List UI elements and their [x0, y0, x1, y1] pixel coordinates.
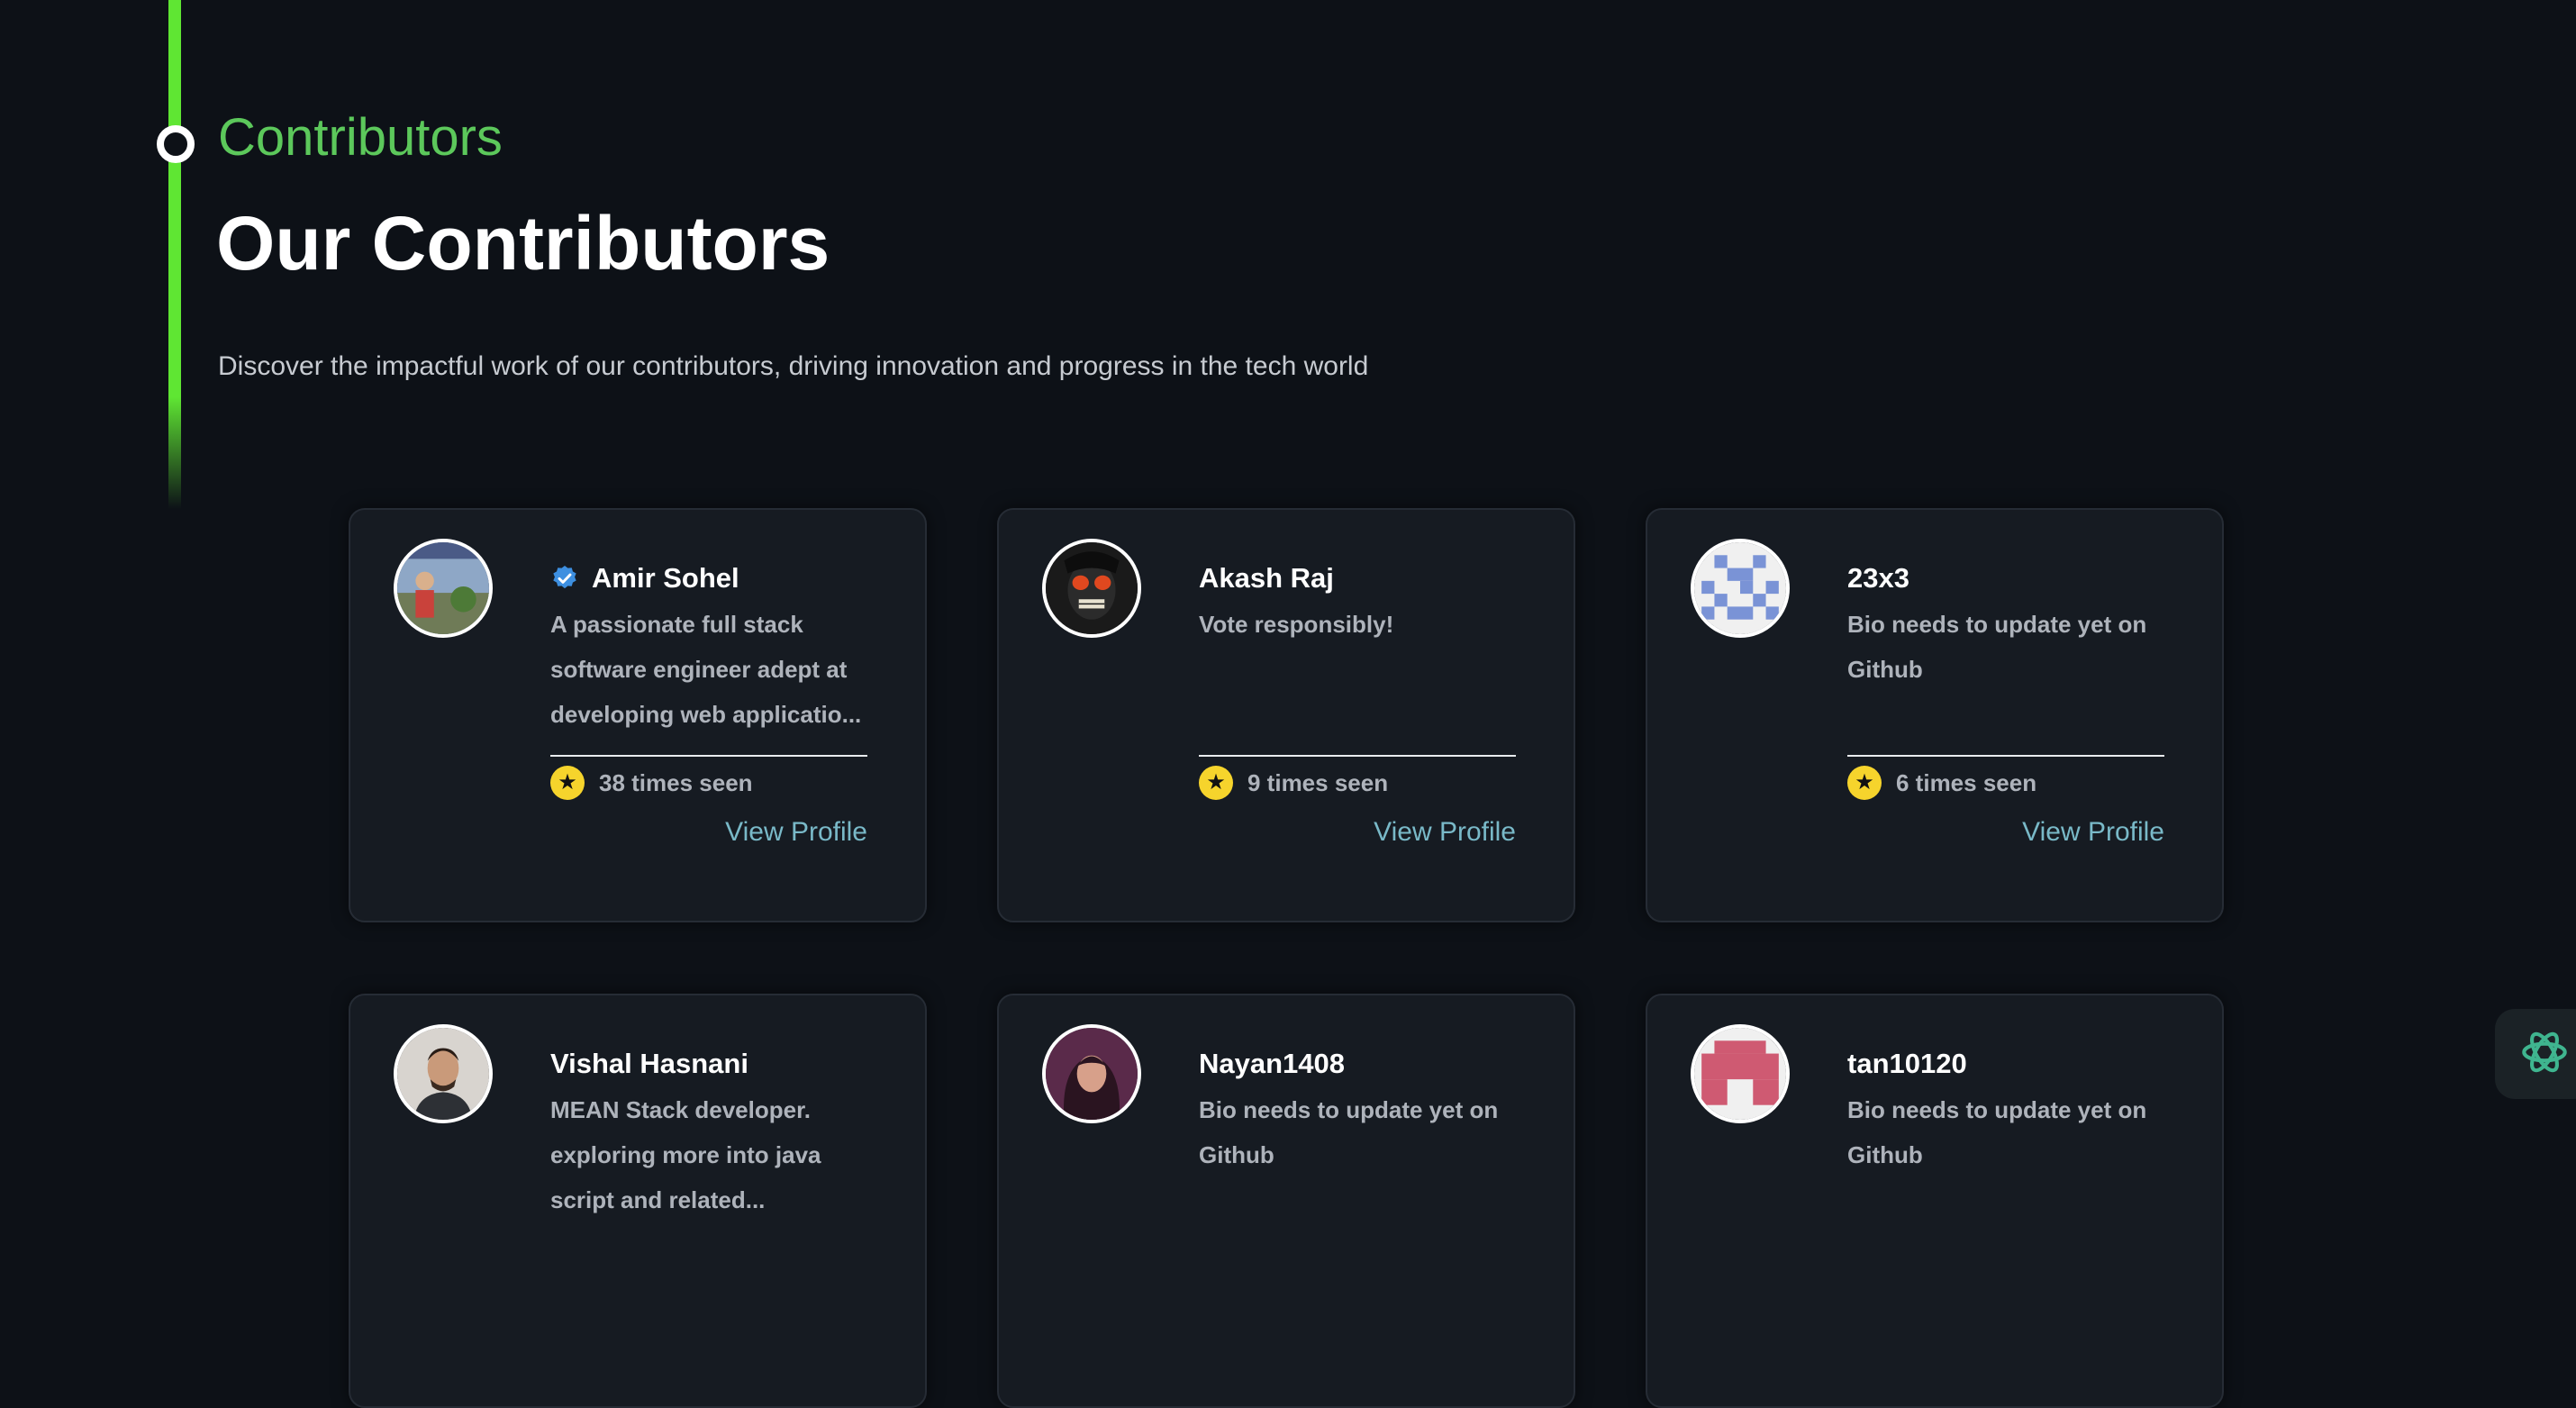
star-icon: ★: [550, 766, 585, 800]
view-profile-link[interactable]: View Profile: [2022, 814, 2164, 850]
card-divider: [1847, 755, 2164, 757]
seen-text: 38 times seen: [599, 769, 753, 796]
avatar[interactable]: [1042, 539, 1141, 638]
contributor-card: Vishal Hasnani MEAN Stack developer. exp…: [349, 994, 927, 1408]
verified-badge-icon: [550, 564, 579, 593]
contributor-bio: MEAN Stack developer. exploring more int…: [550, 1096, 821, 1213]
contributor-card: Nayan1408 Bio needs to update yet on Git…: [997, 994, 1575, 1408]
section-subtitle: Discover the impactful work of our contr…: [218, 351, 1369, 381]
contributor-bio: Vote responsibly!: [1199, 611, 1394, 638]
contributor-bio: Bio needs to update yet on Github: [1847, 611, 2147, 683]
contributor-name: Akash Raj: [1199, 562, 1334, 594]
timeline-dot: [157, 125, 195, 163]
contributor-card: tan10120 Bio needs to update yet on Gith…: [1646, 994, 2224, 1408]
view-profile-link[interactable]: View Profile: [1374, 814, 1516, 850]
contributor-bio: Bio needs to update yet on Github: [1847, 1096, 2147, 1168]
seen-count: ★ 9 times seen: [1199, 765, 1388, 801]
contributor-name: Nayan1408: [1199, 1048, 1346, 1079]
contributor-card: Akash Raj Vote responsibly! ★ 9 times se…: [997, 508, 1575, 922]
openai-logo-icon: [2515, 1022, 2574, 1086]
contributor-card: Amir Sohel A passionate full stack softw…: [349, 508, 927, 922]
avatar[interactable]: [1691, 539, 1790, 638]
contributor-name: tan10120: [1847, 1048, 1967, 1079]
avatar[interactable]: [394, 1024, 493, 1123]
star-icon: ★: [1199, 766, 1233, 800]
avatar[interactable]: [1691, 1024, 1790, 1123]
view-profile-link[interactable]: View Profile: [725, 814, 867, 850]
avatar[interactable]: [394, 539, 493, 638]
section-eyebrow: Contributors: [218, 108, 503, 167]
contributor-bio: A passionate full stack software enginee…: [550, 611, 862, 728]
seen-text: 6 times seen: [1896, 769, 2037, 796]
contributor-bio: Bio needs to update yet on Github: [1199, 1096, 1499, 1168]
seen-count: ★ 6 times seen: [1847, 765, 2036, 801]
star-icon: ★: [1847, 766, 1882, 800]
card-divider: [550, 755, 867, 757]
seen-count: ★ 38 times seen: [550, 765, 753, 801]
contributor-name: Vishal Hasnani: [550, 1048, 748, 1079]
card-divider: [1199, 755, 1516, 757]
avatar[interactable]: [1042, 1024, 1141, 1123]
seen-text: 9 times seen: [1247, 769, 1389, 796]
page-title: Our Contributors: [216, 201, 830, 286]
contributor-name: 23x3: [1847, 562, 1909, 594]
contributor-card: 23x3 Bio needs to update yet on Github ★…: [1646, 508, 2224, 922]
contributor-name: Amir Sohel: [592, 562, 739, 594]
timeline-bar: [168, 0, 181, 509]
assistant-button[interactable]: [2495, 1009, 2576, 1099]
